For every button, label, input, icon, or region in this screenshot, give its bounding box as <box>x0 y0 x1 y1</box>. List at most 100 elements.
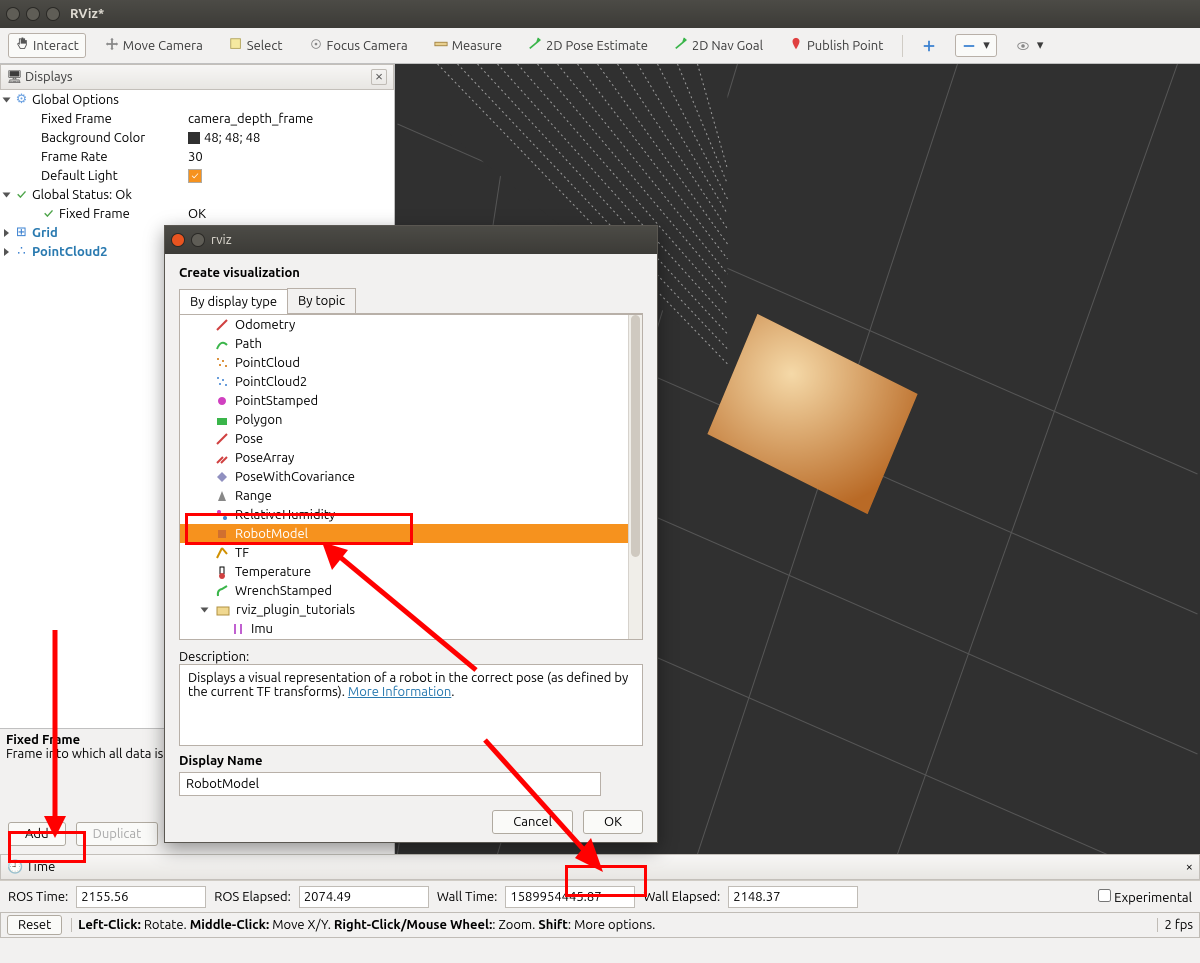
list-item[interactable]: RelativeHumidity <box>180 505 642 524</box>
nav-goal-button[interactable]: 2D Nav Goal <box>667 33 770 58</box>
type-icon <box>214 450 229 465</box>
window-maximize-icon[interactable] <box>46 7 60 21</box>
time-panel-header[interactable]: 🕘 Time × <box>0 854 1200 880</box>
description-box: Displays a visual representation of a ro… <box>179 664 643 746</box>
type-icon <box>214 336 229 351</box>
arrow-green-icon <box>674 37 688 54</box>
type-icon <box>214 488 229 503</box>
display-type-list[interactable]: OdometryPathPointCloudPointCloud2PointSt… <box>179 314 643 640</box>
experimental-checkbox[interactable]: Experimental <box>1098 889 1192 905</box>
grid-icon: ⊞ <box>14 225 29 240</box>
wall-time-field[interactable] <box>505 886 635 908</box>
status-bar: Reset Left-Click: Rotate. Middle-Click: … <box>0 912 1200 938</box>
arrow-green-icon <box>528 37 542 54</box>
frame-rate-value[interactable]: 30 <box>188 150 394 164</box>
dialog-titlebar[interactable]: rviz <box>165 226 657 254</box>
ok-button[interactable]: OK <box>583 810 643 834</box>
focus-icon <box>309 37 323 54</box>
folder-icon <box>215 602 230 617</box>
add-display-icon-button[interactable] <box>915 35 943 57</box>
dialog-close-icon[interactable] <box>171 233 185 247</box>
list-item[interactable]: PointStamped <box>180 391 642 410</box>
type-icon <box>214 545 229 560</box>
list-item[interactable]: Pose <box>180 429 642 448</box>
interact-button[interactable]: Interact <box>8 33 86 58</box>
measure-button[interactable]: Measure <box>427 33 509 58</box>
more-info-link[interactable]: More Information <box>348 685 451 699</box>
remove-display-icon-button[interactable]: ▾ <box>955 34 997 57</box>
move-camera-button[interactable]: Move Camera <box>98 33 210 58</box>
window-close-icon[interactable] <box>6 7 20 21</box>
ros-elapsed-field[interactable] <box>299 886 429 908</box>
color-swatch <box>188 132 200 144</box>
clock-icon: 🕘 <box>7 860 23 874</box>
list-item[interactable]: rviz_plugin_tutorials <box>180 600 642 619</box>
displays-header[interactable]: 🖥 Displays × <box>0 64 394 90</box>
main-titlebar: RViz* <box>0 0 1200 28</box>
time-panel: ROS Time: ROS Elapsed: Wall Time: Wall E… <box>0 880 1200 912</box>
gear-icon: ⚙ <box>14 92 29 107</box>
fixed-frame-value[interactable]: camera_depth_frame <box>188 112 394 126</box>
list-item[interactable]: PoseArray <box>180 448 642 467</box>
reset-button[interactable]: Reset <box>7 915 62 935</box>
type-icon <box>214 526 229 541</box>
type-icon <box>214 507 229 522</box>
pose-estimate-button[interactable]: 2D Pose Estimate <box>521 33 655 58</box>
select-button[interactable]: Select <box>222 33 290 58</box>
description-label: Description: <box>179 650 643 664</box>
type-icon <box>214 393 229 408</box>
tab-by-topic[interactable]: By topic <box>287 288 356 313</box>
check-icon: ✓ <box>14 187 29 202</box>
ruler-icon <box>434 37 448 54</box>
list-item[interactable]: TF <box>180 543 642 562</box>
list-item[interactable]: Polygon <box>180 410 642 429</box>
add-button[interactable]: Add <box>8 822 66 846</box>
type-icon <box>214 374 229 389</box>
type-icon <box>214 355 229 370</box>
default-light-checkbox[interactable]: ✓ <box>188 169 202 183</box>
toolbar: Interact Move Camera Select Focus Camera… <box>0 28 1200 64</box>
dialog-heading: Create visualization <box>179 266 643 280</box>
visibility-icon-button[interactable]: ▾ <box>1009 34 1051 57</box>
type-icon <box>214 583 229 598</box>
duplicate-button[interactable]: Duplicat <box>76 822 159 846</box>
type-icon <box>214 317 229 332</box>
list-item[interactable]: RobotModel <box>180 524 642 543</box>
list-item[interactable]: PointCloud2 <box>180 372 642 391</box>
move-icon <box>105 37 119 54</box>
type-icon <box>214 564 229 579</box>
display-name-label: Display Name <box>179 754 643 768</box>
dialog-minimize-icon[interactable] <box>191 233 205 247</box>
list-item[interactable]: Temperature <box>180 562 642 581</box>
list-item[interactable]: Odometry <box>180 315 642 334</box>
type-icon <box>214 431 229 446</box>
fps-label: 2 fps <box>1157 918 1193 932</box>
type-icon <box>214 469 229 484</box>
list-item[interactable]: PoseWithCovariance <box>180 467 642 486</box>
monitor-icon: 🖥 <box>7 70 22 85</box>
tab-by-display-type[interactable]: By display type <box>179 289 288 314</box>
type-icon <box>214 412 229 427</box>
cancel-button[interactable]: Cancel <box>492 810 573 834</box>
hand-icon <box>15 37 29 54</box>
select-icon <box>229 37 243 54</box>
close-icon[interactable]: × <box>371 69 387 85</box>
pin-icon <box>789 37 803 54</box>
bg-color-value[interactable]: 48; 48; 48 <box>188 131 394 145</box>
close-icon[interactable]: × <box>1186 860 1193 874</box>
window-minimize-icon[interactable] <box>26 7 40 21</box>
publish-point-button[interactable]: Publish Point <box>782 33 890 58</box>
type-icon <box>230 621 245 636</box>
wall-elapsed-field[interactable] <box>728 886 858 908</box>
check-icon: ✓ <box>41 206 56 221</box>
list-item[interactable]: Range <box>180 486 642 505</box>
ros-time-field[interactable] <box>76 886 206 908</box>
list-item[interactable]: Imu <box>180 619 642 638</box>
list-item[interactable]: WrenchStamped <box>180 581 642 600</box>
list-item[interactable]: Path <box>180 334 642 353</box>
list-item[interactable]: PointCloud <box>180 353 642 372</box>
display-name-input[interactable] <box>179 772 601 796</box>
focus-camera-button[interactable]: Focus Camera <box>302 33 415 58</box>
scrollbar[interactable] <box>628 315 642 639</box>
toolbar-separator <box>902 35 903 57</box>
